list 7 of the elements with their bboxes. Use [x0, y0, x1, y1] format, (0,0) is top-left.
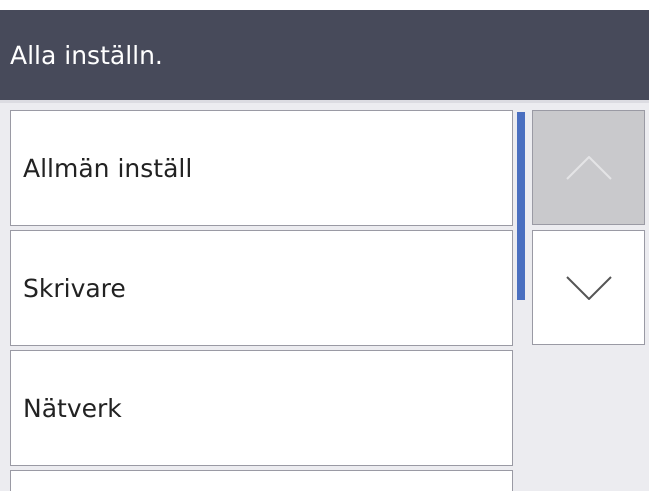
menu-item[interactable]: Skrivare	[10, 230, 513, 346]
chevron-up-icon	[566, 156, 612, 180]
menu-item[interactable]: Allmän inställ	[10, 110, 513, 226]
screen-title: Alla inställn.	[10, 40, 163, 70]
scroll-down-button[interactable]	[532, 230, 645, 345]
chevron-down-icon	[566, 276, 612, 300]
menu-item[interactable]: Nätverk	[10, 350, 513, 466]
